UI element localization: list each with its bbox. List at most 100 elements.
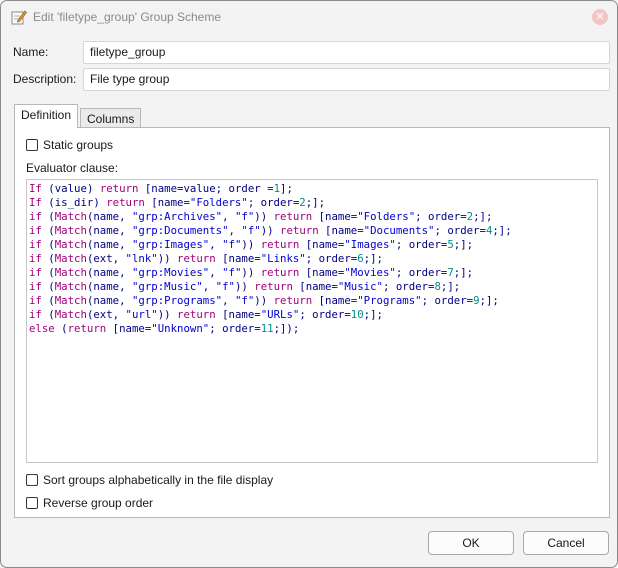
code-token: (name,	[86, 210, 132, 223]
reverse-order-label: Reverse group order	[43, 496, 154, 510]
cancel-button[interactable]: Cancel	[523, 531, 609, 555]
code-token: (name,	[86, 280, 132, 293]
edit-icon	[11, 10, 27, 25]
code-token: (	[41, 266, 55, 279]
code-token: is_dir	[54, 196, 94, 209]
window-title: Edit 'filetype_group' Group Scheme	[33, 10, 222, 24]
code-token: ,	[222, 210, 235, 223]
code-token: ,	[202, 280, 216, 293]
code-token: "URLs"	[260, 308, 300, 321]
code-token: "Images"	[344, 238, 396, 251]
code-token: [name=	[299, 266, 345, 279]
code-token: ;];	[479, 294, 499, 307]
code-token: (	[41, 224, 55, 237]
code-token: ))	[254, 294, 274, 307]
code-token: if	[29, 266, 42, 279]
code-token: ;];	[473, 210, 493, 223]
code-token: "f"	[234, 210, 255, 223]
static-groups-checkbox[interactable]	[26, 139, 38, 151]
ok-button[interactable]: OK	[428, 531, 514, 555]
code-token: if	[29, 294, 42, 307]
code-token: ; order=	[305, 252, 358, 265]
code-token: ;];	[453, 238, 474, 251]
static-groups-option[interactable]: Static groups	[26, 138, 113, 154]
code-token: [name=	[215, 308, 261, 321]
code-token: if	[29, 210, 42, 223]
code-token: "Documents"	[363, 224, 435, 237]
code-token: return	[177, 308, 216, 321]
code-token: "Programs"	[357, 294, 422, 307]
code-token: value	[54, 182, 87, 195]
code-token: "Links"	[260, 252, 306, 265]
sort-groups-label: Sort groups alphabetically in the file d…	[43, 473, 274, 487]
code-token: ];	[280, 182, 293, 195]
evaluator-code-editor[interactable]: If (value) return [name=value; order =1]…	[26, 179, 598, 463]
code-token: ,	[209, 266, 223, 279]
code-token: "f"	[234, 294, 255, 307]
code-line: if (Match(name, "grp:Archives", "f")) re…	[29, 210, 595, 224]
code-token: ))	[241, 238, 261, 251]
description-field[interactable]: File type group	[83, 68, 610, 91]
code-token: (	[41, 294, 55, 307]
code-token: [name=	[318, 224, 364, 237]
code-token: [name=	[312, 210, 358, 223]
code-token: "grp:Archives"	[131, 210, 223, 223]
name-label: Name:	[13, 45, 49, 59]
code-token: If	[29, 196, 42, 209]
code-token: return	[254, 280, 293, 293]
tab-definition[interactable]: Definition	[14, 104, 79, 128]
code-token: if	[29, 238, 42, 251]
sort-groups-option[interactable]: Sort groups alphabetically in the file d…	[26, 473, 273, 489]
code-token: [name=	[312, 294, 358, 307]
code-token: [name=	[106, 322, 152, 335]
code-token: ))	[157, 308, 178, 321]
code-token: (	[41, 280, 55, 293]
reverse-order-option[interactable]: Reverse group order	[26, 496, 153, 512]
edit-group-scheme-dialog: Edit 'filetype_group' Group Scheme ✕ Nam…	[0, 0, 618, 568]
code-token: return	[106, 196, 145, 209]
code-line: if (Match(name, "grp:Movies", "f")) retu…	[29, 266, 595, 280]
code-token: return	[273, 294, 313, 307]
code-token: [name=	[215, 252, 261, 265]
sort-groups-checkbox[interactable]	[26, 474, 38, 486]
code-token: (	[41, 238, 55, 251]
code-token: (	[41, 252, 55, 265]
close-icon[interactable]: ✕	[592, 9, 608, 25]
reverse-order-checkbox[interactable]	[26, 497, 38, 509]
code-token: (	[54, 322, 68, 335]
code-token: 11	[260, 322, 274, 335]
code-line: else (return [name="Unknown"; order=11;]…	[29, 322, 595, 336]
code-token: "f"	[222, 266, 242, 279]
code-line: if (Match(name, "grp:Music", "f")) retur…	[29, 280, 595, 294]
code-token: ; order=	[209, 322, 261, 335]
code-token: ; order=	[299, 308, 351, 321]
code-token: value	[183, 182, 216, 195]
code-token: ; order=	[434, 224, 486, 237]
code-token: Match	[54, 252, 87, 265]
code-token: ))	[241, 266, 261, 279]
code-token: return	[273, 210, 313, 223]
code-token: ; order =	[215, 182, 274, 195]
code-token: "grp:Movies"	[131, 266, 210, 279]
code-token: ,	[209, 238, 223, 251]
static-groups-label: Static groups	[43, 138, 114, 152]
code-token: ; order=	[421, 294, 474, 307]
code-token: ))	[157, 252, 178, 265]
code-token: "Movies"	[344, 266, 396, 279]
code-token: (	[41, 182, 55, 195]
code-token: return	[99, 182, 139, 195]
name-field[interactable]: filetype_group	[83, 41, 610, 64]
code-token: if	[29, 252, 42, 265]
code-token: ;]);	[273, 322, 300, 335]
code-token: ;];	[453, 266, 474, 279]
code-token: ;];	[363, 308, 383, 321]
evaluator-clause-label: Evaluator clause:	[26, 161, 119, 175]
code-token: (name,	[86, 294, 132, 307]
code-token: ))	[260, 224, 281, 237]
title-bar: Edit 'filetype_group' Group Scheme ✕	[1, 1, 617, 33]
code-token: (	[41, 308, 55, 321]
code-token: Match	[54, 308, 87, 321]
code-token: if	[29, 280, 42, 293]
code-line: if (Match(name, "grp:Images", "f")) retu…	[29, 238, 595, 252]
code-token: "grp:Images"	[131, 238, 210, 251]
